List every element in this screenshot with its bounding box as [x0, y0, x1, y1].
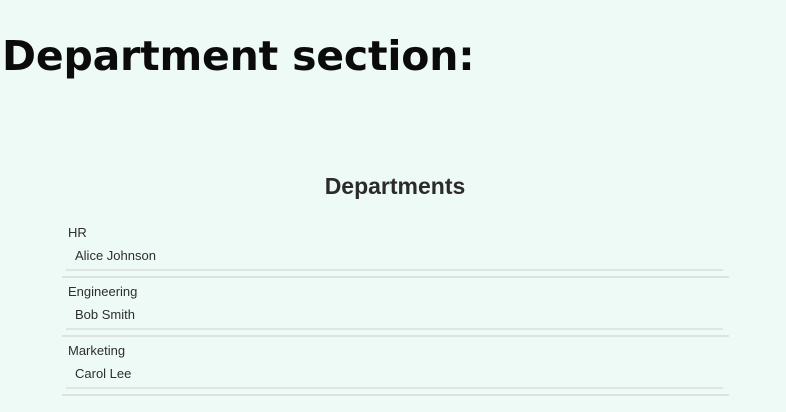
page-heading: Department section:	[2, 32, 475, 80]
department-name: Marketing	[68, 343, 126, 358]
department-member: Carol Lee	[75, 366, 132, 381]
department-name: HR	[68, 225, 87, 240]
department-name: Engineering	[68, 284, 138, 299]
department-item-marketing: Marketing Carol Lee	[62, 337, 729, 396]
department-list: HR Alice Johnson Engineering Bob Smith M…	[62, 219, 729, 396]
department-item-engineering: Engineering Bob Smith	[62, 278, 729, 337]
department-member: Alice Johnson	[75, 248, 156, 263]
panel-title: Departments	[324, 173, 466, 199]
department-member: Bob Smith	[75, 307, 135, 322]
department-item-hr: HR Alice Johnson	[62, 219, 729, 278]
